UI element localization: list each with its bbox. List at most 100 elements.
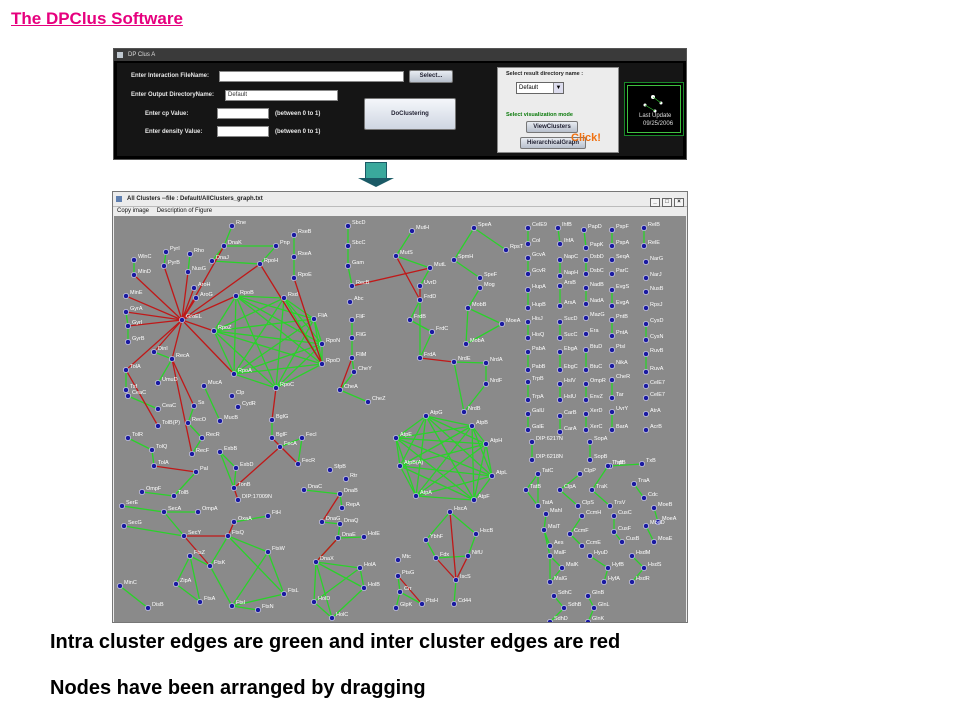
graph-node[interactable] — [525, 319, 531, 325]
do-clustering-button[interactable]: DoClustering — [364, 98, 456, 130]
graph-node[interactable] — [641, 225, 647, 231]
graph-node[interactable] — [643, 369, 649, 375]
graph-node[interactable] — [419, 601, 425, 607]
graph-node[interactable] — [609, 257, 615, 263]
graph-node[interactable] — [471, 497, 477, 503]
graph-node[interactable] — [489, 473, 495, 479]
graph-node[interactable] — [581, 227, 587, 233]
graph-node[interactable] — [163, 249, 169, 255]
graph-node[interactable] — [541, 527, 547, 533]
graph-node[interactable] — [123, 309, 129, 315]
graph-node[interactable] — [609, 347, 615, 353]
graph-node[interactable] — [265, 549, 271, 555]
graph-node[interactable] — [299, 435, 305, 441]
graph-node[interactable] — [583, 347, 589, 353]
graph-node[interactable] — [281, 295, 287, 301]
graph-node[interactable] — [433, 555, 439, 561]
graph-node[interactable] — [231, 485, 237, 491]
graph-node[interactable] — [483, 360, 489, 366]
graph-node[interactable] — [151, 349, 157, 355]
graph-node[interactable] — [149, 447, 155, 453]
close-icon[interactable]: × — [674, 198, 684, 207]
result-dir-select[interactable]: Default ▼ — [516, 82, 564, 94]
graph-node[interactable] — [235, 497, 241, 503]
graph-node[interactable] — [417, 283, 423, 289]
graph-node[interactable] — [397, 589, 403, 595]
graph-node[interactable] — [231, 519, 237, 525]
graph-node[interactable] — [189, 451, 195, 457]
graph-node[interactable] — [567, 531, 573, 537]
graph-node[interactable] — [201, 383, 207, 389]
graph-node[interactable] — [145, 605, 151, 611]
graph-node[interactable] — [643, 427, 649, 433]
graph-node[interactable] — [125, 339, 131, 345]
graph-node[interactable] — [529, 457, 535, 463]
graph-node[interactable] — [547, 543, 553, 549]
graph-node[interactable] — [585, 619, 591, 622]
graph-node[interactable] — [503, 247, 509, 253]
graph-node[interactable] — [587, 457, 593, 463]
graph-node[interactable] — [291, 232, 297, 238]
graph-node[interactable] — [577, 471, 583, 477]
graph-node[interactable] — [179, 317, 185, 323]
graph-node[interactable] — [643, 275, 649, 281]
graph-node[interactable] — [349, 317, 355, 323]
graph-node[interactable] — [125, 393, 131, 399]
graph-node[interactable] — [525, 379, 531, 385]
menu-copy-image[interactable]: Copy image — [117, 208, 149, 214]
graph-node[interactable] — [609, 303, 615, 309]
graph-node[interactable] — [477, 275, 483, 281]
graph-node[interactable] — [641, 495, 647, 501]
graph-node[interactable] — [229, 603, 235, 609]
graph-node[interactable] — [543, 511, 549, 517]
graph-node[interactable] — [525, 335, 531, 341]
graph-node[interactable] — [611, 529, 617, 535]
graph-node[interactable] — [525, 305, 531, 311]
graph-node[interactable] — [579, 513, 585, 519]
graph-node[interactable] — [181, 533, 187, 539]
graph-node[interactable] — [235, 404, 241, 410]
graph-node[interactable] — [557, 349, 563, 355]
graph-node[interactable] — [631, 481, 637, 487]
graph-node[interactable] — [583, 301, 589, 307]
output-dir-input[interactable]: Default — [225, 90, 338, 101]
graph-node[interactable] — [233, 465, 239, 471]
graph-node[interactable] — [525, 411, 531, 417]
maximize-icon[interactable]: □ — [662, 198, 672, 207]
graph-node[interactable] — [611, 513, 617, 519]
graph-node[interactable] — [525, 271, 531, 277]
graph-node[interactable] — [185, 269, 191, 275]
graph-node[interactable] — [393, 435, 399, 441]
graph-node[interactable] — [191, 285, 197, 291]
graph-node[interactable] — [295, 461, 301, 467]
graph-node[interactable] — [557, 303, 563, 309]
graph-node[interactable] — [609, 395, 615, 401]
select-button[interactable]: Select... — [409, 70, 453, 83]
graph-node[interactable] — [195, 509, 201, 515]
graph-node[interactable] — [557, 241, 563, 247]
graph-node[interactable] — [427, 265, 433, 271]
graph-node[interactable] — [423, 413, 429, 419]
graph-node[interactable] — [483, 441, 489, 447]
graph-node[interactable] — [547, 619, 553, 622]
graph-node[interactable] — [451, 601, 457, 607]
cluster-graph-canvas[interactable]: Rne RseB DnaK Pnp SbcD MutH SpeA CelE9 IhfB PapD P… — [114, 216, 686, 622]
graph-node[interactable] — [643, 411, 649, 417]
graph-node[interactable] — [583, 367, 589, 373]
graph-node[interactable] — [187, 553, 193, 559]
graph-node[interactable] — [629, 579, 635, 585]
graph-node[interactable] — [277, 444, 283, 450]
graph-node[interactable] — [461, 409, 467, 415]
graph-node[interactable] — [469, 423, 475, 429]
graph-node[interactable] — [453, 577, 459, 583]
graph-node[interactable] — [583, 245, 589, 251]
density-input[interactable] — [217, 126, 269, 137]
graph-node[interactable] — [643, 351, 649, 357]
graph-node[interactable] — [583, 427, 589, 433]
graph-node[interactable] — [255, 607, 261, 613]
graph-node[interactable] — [319, 341, 325, 347]
graph-node[interactable] — [173, 581, 179, 587]
graph-node[interactable] — [349, 335, 355, 341]
graph-node[interactable] — [609, 243, 615, 249]
graph-node[interactable] — [131, 272, 137, 278]
